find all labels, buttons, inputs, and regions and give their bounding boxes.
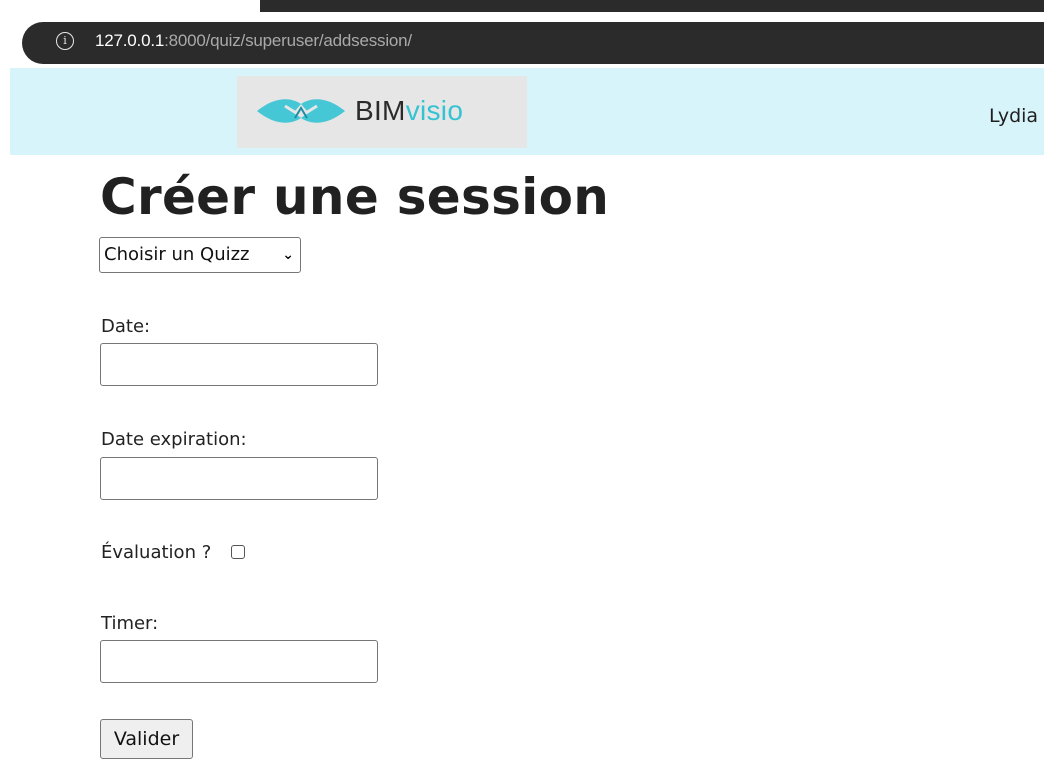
info-icon[interactable]: i [56,32,74,50]
submit-button[interactable]: Valider [100,719,193,759]
bimvisio-logo[interactable]: BIMvisio [237,76,527,148]
address-bar[interactable]: i 127.0.0.1:8000/quiz/superuser/addsessi… [22,22,1044,64]
evaluation-checkbox[interactable] [231,545,245,559]
eye-logo-icon [257,99,345,123]
url-host: 127.0.0.1 [95,31,165,50]
logo-bim: BIM [355,95,406,126]
browser-toolbar: i 127.0.0.1:8000/quiz/superuser/addsessi… [0,0,1044,68]
chevron-down-icon: ⌄ [282,247,294,263]
logo-visio: visio [405,95,464,126]
logo-wordmark: BIMvisio [355,96,463,126]
window-frame [260,0,1044,12]
site-navbar: BIMvisio Lydia [10,68,1044,155]
date-field[interactable] [100,343,378,386]
date-expiration-field[interactable] [100,457,378,500]
url-path: :8000/quiz/superuser/addsession/ [164,31,412,50]
evaluation-label: Évaluation ? [101,542,212,563]
date-expiration-label: Date expiration: [101,429,247,450]
timer-field[interactable] [100,640,378,683]
user-menu[interactable]: Lydia [989,105,1038,127]
quiz-select-value: Choisir un Quizz [104,244,250,265]
date-label: Date: [101,316,151,337]
quiz-select[interactable]: Choisir un Quizz ⌄ [99,237,301,273]
timer-label: Timer: [101,613,159,634]
page-title: Créer une session [100,168,610,226]
url-text[interactable]: 127.0.0.1:8000/quiz/superuser/addsession… [95,31,412,51]
